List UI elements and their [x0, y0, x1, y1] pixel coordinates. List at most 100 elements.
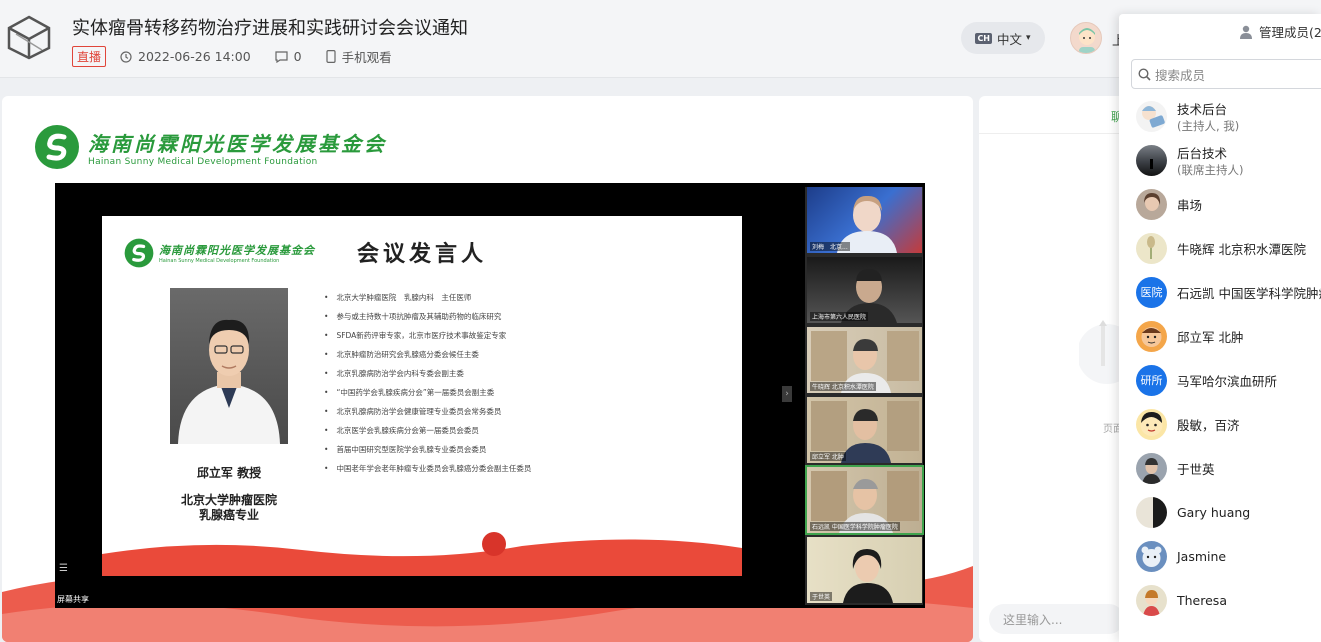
members-header-text: 管理成员(29 — [1259, 25, 1321, 40]
member-avatar — [1136, 540, 1167, 572]
speaker-portrait — [170, 288, 288, 444]
member-avatar — [1136, 496, 1167, 528]
mobile-watch-link[interactable]: 手机观看 — [326, 47, 392, 66]
slide-foundation-logo: 海南尚霖阳光医学发展基金会 Hainan Sunny Medical Devel… — [124, 238, 315, 268]
foundation-logo: 海南尚霖阳光医学发展基金会 Hainan Sunny Medical Devel… — [34, 124, 387, 170]
slide-foundation-cn: 海南尚霖阳光医学发展基金会 — [159, 244, 315, 257]
member-avatar — [1136, 452, 1167, 484]
page-title: 实体瘤骨转移药物治疗进展和实践研讨会会议通知 — [72, 18, 468, 39]
member-role: (主持人, 我) — [1177, 118, 1240, 133]
foundation-name-en: Hainan Sunny Medical Development Foundat… — [88, 156, 318, 167]
participant-label: 石远凯 中国医学科学院肿瘤医院 — [810, 522, 900, 531]
cartoon-face-avatar-icon — [1140, 411, 1163, 436]
search-icon — [1138, 67, 1151, 81]
member-search-input[interactable]: 搜索成员 — [1131, 59, 1321, 89]
empty-state-icon — [1079, 320, 1123, 384]
members-header: 管理成员(29 — [1239, 22, 1321, 41]
member-item[interactable]: 串场 — [1119, 182, 1321, 226]
comment-count-text: 0 — [293, 49, 302, 64]
bullet-item: 中国老年学会老年肿瘤专业委员会乳腺癌分委会副主任委员 — [324, 459, 531, 478]
live-badge: 直播 — [72, 46, 107, 67]
members-panel: 管理成员(29 搜索成员 技术后台(主持人, 我) 后台技术(联席主持人) 串场… — [1119, 14, 1321, 642]
flower-avatar-icon — [1147, 235, 1155, 259]
member-name: Theresa — [1177, 592, 1227, 608]
comment-count[interactable]: 0 — [275, 49, 302, 64]
participant-label: 邱立军 北肿 — [810, 452, 846, 461]
participant-thumb[interactable]: 刘梅 北京... — [807, 187, 922, 253]
language-selector[interactable]: CH 中文 ▾ — [961, 22, 1045, 54]
member-name: 牛晓辉 北京积水潭医院 — [1177, 241, 1306, 257]
participant-thumb[interactable]: 牛晓辉 北京积水潭医院 — [807, 327, 922, 393]
foundation-name-cn: 海南尚霖阳光医学发展基金会 — [88, 131, 387, 156]
member-item[interactable]: 邱立军 北肿 — [1119, 314, 1321, 358]
member-list: 技术后台 (主持人, 我) 后台技术 (联席主持人) 串场 牛晓辉 北京积水潭医院 … — [1119, 94, 1321, 622]
silhouette-avatar-icon — [1150, 158, 1153, 169]
member-item[interactable]: 技术后台 (主持人, 我) — [1119, 94, 1321, 138]
cartoon-avatar-icon — [1142, 105, 1165, 128]
bullet-item: 北京医学会乳腺疾病分会第一届委员会委员 — [324, 421, 531, 440]
speaker-org-line-1: 北京大学肿瘤医院 — [180, 493, 277, 507]
member-item[interactable]: 殷敏，百济 — [1119, 402, 1321, 446]
video-player[interactable]: 海南尚霖阳光医学发展基金会 Hainan Sunny Medical Devel… — [55, 183, 925, 608]
member-role: (联席主持人) — [1177, 162, 1244, 177]
bullet-item: 参与或主持数十项抗肿瘤及其辅助药物的临床研究 — [324, 307, 531, 326]
participant-thumb[interactable]: 上海市第六人民医院 — [807, 257, 922, 323]
member-avatar: 研所 — [1136, 364, 1167, 396]
speaker-org-line-2: 乳腺癌专业 — [198, 508, 259, 522]
cube-logo-icon — [7, 15, 51, 60]
bullet-item: “中国药学会乳腺疾病分会”第一届委员会副主委 — [324, 383, 531, 402]
bullet-item: 北京大学肿瘤医院 乳腺内科 主任医师 — [324, 288, 531, 307]
language-label: 中文 — [997, 31, 1023, 47]
member-item[interactable]: 于世英 — [1119, 446, 1321, 490]
screen-share-label: 屏幕共享 — [57, 595, 89, 604]
chat-input[interactable]: 这里输入... — [989, 604, 1124, 634]
live-stage: 海南尚霖阳光医学发展基金会 Hainan Sunny Medical Devel… — [2, 96, 973, 642]
member-name: 石远凯 中国医学科学院肿瘤 — [1177, 285, 1321, 301]
member-avatar — [1136, 232, 1167, 264]
caret-down-icon: ▾ — [1026, 33, 1031, 43]
participant-label: 刘梅 北京... — [810, 242, 850, 251]
participant-thumb-active-speaker[interactable]: 石远凯 中国医学科学院肿瘤医院 — [805, 465, 924, 535]
slide-brush-decoration — [102, 532, 742, 576]
member-avatar — [1136, 408, 1167, 440]
list-icon[interactable]: ☰ — [59, 563, 71, 575]
user-avatar[interactable] — [1070, 22, 1102, 54]
speaker-org: 北京大学肿瘤医院 乳腺癌专业 — [162, 493, 296, 523]
member-item[interactable]: Theresa — [1119, 578, 1321, 622]
bullet-item: 北京乳腺病防治学会内科专委会副主委 — [324, 364, 531, 383]
member-name: 串场 — [1177, 197, 1203, 213]
phone-icon — [326, 50, 336, 63]
meta-row: 直播 2022-06-26 14:00 0 手机观看 — [72, 46, 416, 67]
collapse-thumbs-button[interactable]: › — [782, 386, 792, 402]
participant-label: 牛晓辉 北京积水潭医院 — [810, 382, 876, 391]
datetime: 2022-06-26 14:00 — [120, 49, 251, 64]
member-avatar — [1136, 188, 1167, 220]
bullet-item: SFDA新药评审专家，北京市医疗技术事故鉴定专家 — [324, 326, 531, 345]
member-name: 技术后台 — [1177, 101, 1228, 117]
member-item[interactable]: 牛晓辉 北京积水潭医院 — [1119, 226, 1321, 270]
shared-slide: 海南尚霖阳光医学发展基金会 Hainan Sunny Medical Devel… — [102, 216, 742, 576]
cartoon-face-avatar-icon — [1141, 326, 1162, 347]
member-item[interactable]: Gary huang — [1119, 490, 1321, 534]
chat-tabs: 聊 — [979, 96, 1129, 134]
member-item[interactable]: 医院 石远凯 中国医学科学院肿瘤 — [1119, 270, 1321, 314]
member-item[interactable]: Jasmine — [1119, 534, 1321, 578]
member-name: 于世英 — [1177, 461, 1215, 477]
bullet-item: 北京肿瘤防治研究会乳腺癌分委会候任主委 — [324, 345, 531, 364]
foundation-emblem-icon — [35, 125, 79, 169]
slide-emblem-icon — [124, 238, 154, 268]
mobile-watch-text: 手机观看 — [341, 50, 392, 65]
member-item[interactable]: 后台技术 (联席主持人) — [1119, 138, 1321, 182]
photo-avatar-icon — [1142, 457, 1161, 484]
member-avatar: 医院 — [1136, 276, 1167, 308]
member-item[interactable]: 研所 马军哈尔滨血研所 — [1119, 358, 1321, 402]
slide-foundation-en: Hainan Sunny Medical Development Foundat… — [159, 258, 280, 264]
member-name: 殷敏，百济 — [1177, 417, 1240, 433]
clock-icon — [120, 50, 132, 63]
participant-thumb[interactable]: 于世英 — [807, 537, 922, 603]
member-name: 后台技术 — [1177, 145, 1228, 161]
participant-thumb[interactable]: 邱立军 北肿 — [807, 397, 922, 463]
member-avatar — [1136, 100, 1167, 132]
member-name: Gary huang — [1177, 504, 1251, 520]
member-name: 邱立军 北肿 — [1177, 329, 1244, 345]
